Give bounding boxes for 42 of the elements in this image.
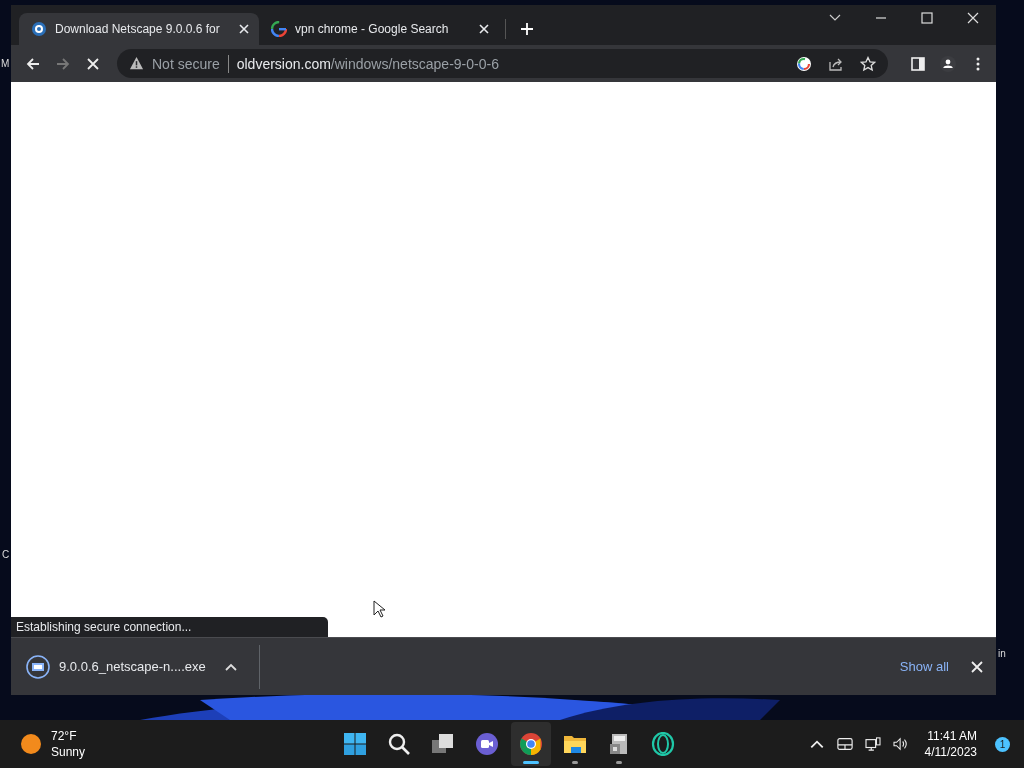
stop-icon[interactable] [85,55,101,72]
desktop-icon-label: in [998,648,1006,659]
video-chat-icon [475,732,499,756]
google-icon[interactable] [796,55,812,72]
windows-icon [343,732,367,756]
desktop-icon-label: C [2,549,10,560]
file-icon [26,654,50,679]
back-icon[interactable] [25,55,41,72]
google-icon [271,21,287,37]
search-icon [387,732,411,756]
address-bar[interactable]: Not secure oldversion.com/windows/netscape-9-0-0-6 [117,49,888,78]
security-label: Not secure [152,55,220,72]
profile-icon[interactable] [940,55,956,72]
sun-icon [21,734,41,754]
side-panel-icon[interactable] [910,55,926,72]
clock-time[interactable]: 11:41 AM [927,728,977,744]
temperature: 72°F [51,728,78,744]
opera-icon [651,732,675,756]
desktop-icon-label: M [1,58,10,69]
chrome-icon [519,732,543,756]
new-tab-icon[interactable] [520,22,534,36]
show-all-link[interactable]: Show all [899,659,949,674]
mouse-pointer-icon [373,600,385,618]
star-icon[interactable] [860,55,876,72]
clock-date[interactable]: 4/11/2023 [924,744,977,760]
touchpad-icon[interactable] [836,737,853,751]
warning-icon [129,56,144,71]
close-icon[interactable] [971,660,983,673]
notification-badge[interactable]: 1 [995,736,1010,752]
close-tab-icon[interactable] [239,24,249,34]
url-text: oldversion.com/windows/netscape-9-0-0-6 [236,55,499,72]
close-tab-icon[interactable] [479,24,489,34]
status-bubble: Establishing secure connection... [11,617,328,637]
task-view-icon [431,732,455,756]
browser-tab[interactable]: vpn chrome - Google Search [259,13,499,45]
browser-tab[interactable]: Download Netscape 9.0.0.6 for [19,13,259,45]
weather-condition: Sunny [51,744,86,760]
caret-icon[interactable] [224,662,237,671]
download-item[interactable]: 9.0.0.6_netscape-n....exe [11,638,251,695]
taskbar-app[interactable] [511,722,551,766]
network-icon[interactable] [864,737,881,751]
volume-icon[interactable] [892,737,909,751]
